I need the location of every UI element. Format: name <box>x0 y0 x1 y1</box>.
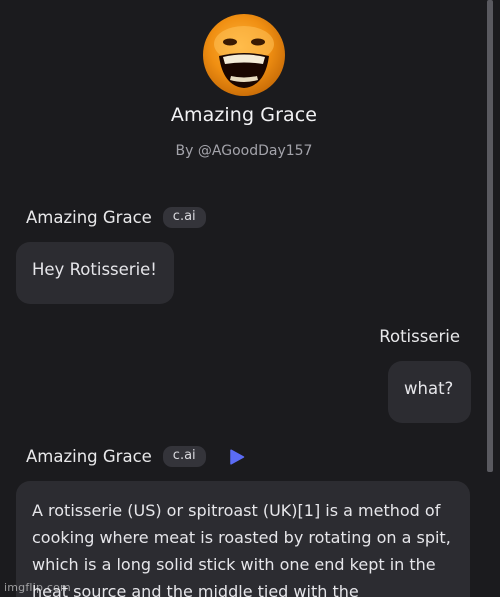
message-bubble: A rotisserie (US) or spitroast (UK)[1] i… <box>16 481 470 597</box>
scrollbar-thumb[interactable] <box>487 0 493 472</box>
sender-name: Amazing Grace <box>26 447 152 466</box>
watermark: imgflip.com <box>4 581 71 594</box>
chat-page: Amazing Grace By @AGoodDay157 Amazing Gr… <box>0 0 500 597</box>
message-bubble: Hey Rotisserie! <box>16 242 174 304</box>
cai-badge: c.ai <box>162 207 206 228</box>
message-header: Amazing Grace c.ai <box>26 207 206 228</box>
cai-badge: c.ai <box>162 446 206 467</box>
message-text: what? <box>404 379 454 398</box>
character-avatar[interactable] <box>203 14 285 96</box>
character-name: Amazing Grace <box>170 104 318 126</box>
play-icon[interactable] <box>228 448 246 466</box>
user-message-bubble: what? <box>388 361 471 423</box>
laughing-orange-icon <box>214 26 274 88</box>
sender-name: Amazing Grace <box>26 208 152 227</box>
character-author[interactable]: By @AGoodDay157 <box>0 143 488 159</box>
message-header: Amazing Grace c.ai <box>26 446 246 467</box>
user-name: Rotisserie <box>379 327 460 346</box>
message-text: Hey Rotisserie! <box>32 260 157 279</box>
message-text: A rotisserie (US) or spitroast (UK)[1] i… <box>32 501 451 597</box>
